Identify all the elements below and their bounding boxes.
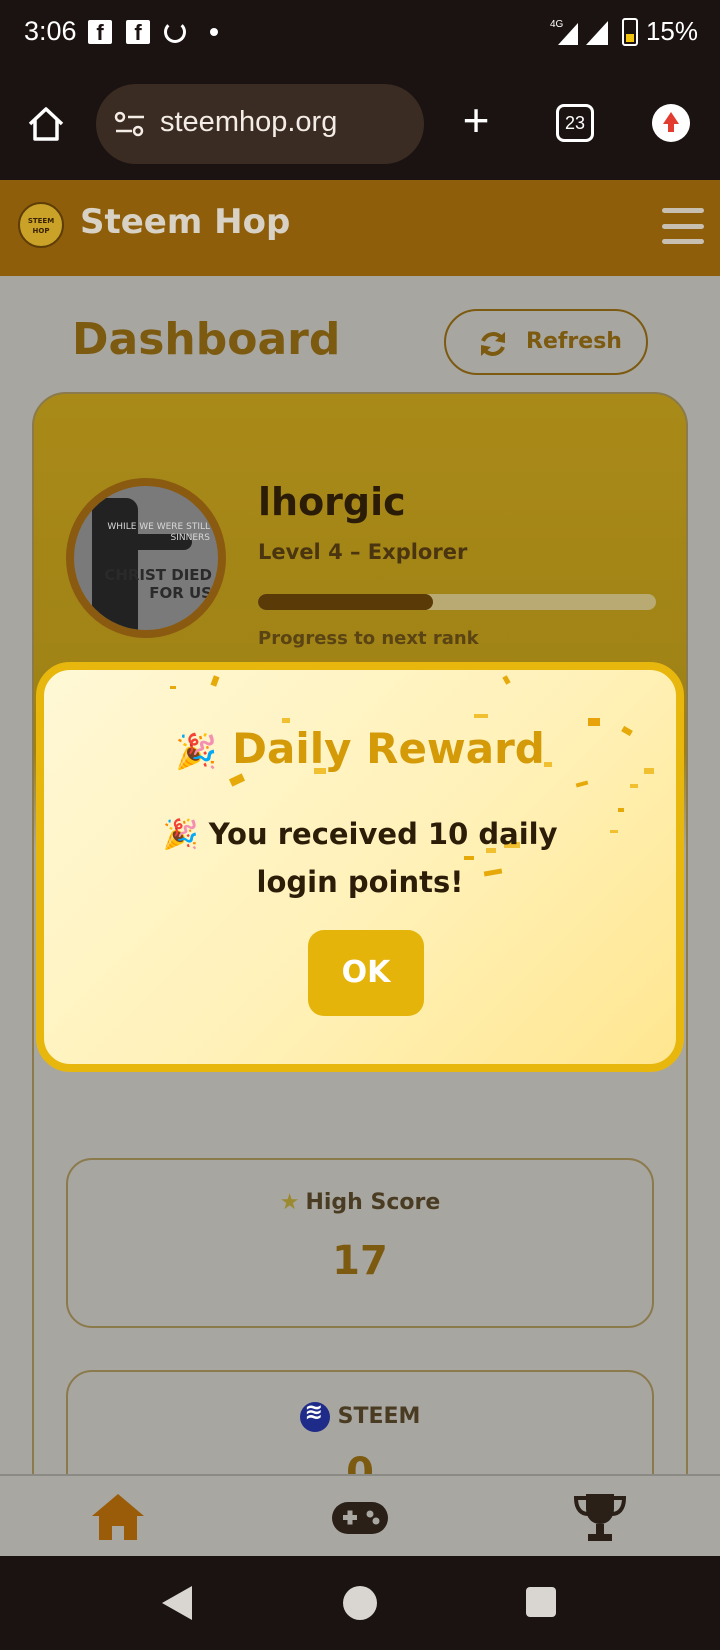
gamepad-icon[interactable] [330, 1490, 390, 1544]
browser-home-icon[interactable] [26, 104, 66, 144]
system-indicators: 4G 15% [550, 16, 698, 47]
new-tab-button[interactable]: + [456, 97, 496, 143]
bottom-nav [0, 1474, 720, 1556]
browser-toolbar: steemhop.org + 23 [0, 72, 720, 180]
steem-icon [299, 1400, 330, 1432]
modal-title: 🎉 Daily Reward [44, 724, 676, 773]
daily-reward-modal: 🎉 Daily Reward 🎉 You received 10 daily l… [36, 662, 684, 1072]
tab-switcher-button[interactable]: 23 [556, 104, 594, 142]
site-title[interactable]: Steem Hop [80, 202, 290, 242]
more-notifications-icon [210, 28, 218, 36]
refresh-label: Refresh [526, 329, 622, 354]
progress-label: Progress to next rank [258, 628, 479, 649]
rank-progress-fill [258, 594, 434, 610]
site-header: STEEM HOP Steem Hop [0, 180, 720, 276]
menu-icon[interactable] [662, 208, 704, 244]
page-title: Dashboard [72, 314, 341, 365]
status-bar: 3:06 f f 4G 15% [0, 0, 720, 72]
system-home-icon[interactable] [343, 1586, 377, 1620]
ok-button[interactable]: OK [308, 930, 424, 1016]
signal-icon: 4G [550, 19, 608, 45]
party-icon: 🎉 [162, 817, 199, 851]
battery-percent: 15% [645, 16, 698, 46]
trophy-icon[interactable] [570, 1490, 630, 1544]
modal-message-text: You received 10 daily login points! [208, 817, 558, 899]
steem-label-text: STEEM [337, 1404, 421, 1429]
star-icon: ★ [279, 1190, 300, 1215]
system-nav-bar [0, 1556, 720, 1650]
battery-icon [621, 17, 638, 46]
address-bar[interactable]: steemhop.org [96, 84, 424, 164]
avatar-headline: CHRIST DIED FOR US [104, 566, 212, 602]
avatar: WHILE WE WERE STILL SINNERS CHRIST DIED … [66, 478, 226, 638]
home-icon[interactable] [88, 1490, 148, 1544]
refresh-button[interactable]: Refresh [444, 309, 648, 375]
steem-value: 0 [346, 1450, 374, 1474]
steem-label: STEEM [68, 1400, 652, 1432]
update-icon[interactable] [652, 104, 690, 142]
network-type: 4G [550, 19, 564, 30]
username: lhorgic [258, 480, 406, 524]
status-time: 3:06 [24, 16, 77, 46]
refresh-icon [481, 332, 505, 356]
high-score-card: ★ High Score 17 [66, 1158, 654, 1328]
user-level: Level 4 – Explorer [258, 540, 468, 564]
avatar-caption: WHILE WE WERE STILL SINNERS [107, 522, 210, 543]
logo-text: STEEM HOP [27, 217, 55, 235]
back-icon[interactable] [162, 1586, 192, 1620]
url-text: steemhop.org [160, 106, 338, 138]
notification-icons: f f [88, 20, 218, 45]
steem-balance-card: STEEM 0 [66, 1370, 654, 1474]
high-score-value: 17 [332, 1238, 388, 1284]
facebook-icon: f [88, 20, 112, 45]
high-score-label-text: High Score [305, 1190, 441, 1215]
high-score-label: ★ High Score [68, 1190, 652, 1215]
rank-progress-bar [258, 594, 656, 610]
recent-apps-icon[interactable] [526, 1587, 556, 1617]
party-icon: 🎉 [175, 732, 218, 772]
site-logo[interactable]: STEEM HOP [18, 202, 64, 248]
modal-title-text: Daily Reward [232, 724, 545, 773]
sync-icon [164, 21, 186, 43]
site-settings-icon[interactable] [114, 110, 146, 138]
modal-message: 🎉 You received 10 daily login points! [124, 810, 596, 906]
facebook-icon: f [126, 20, 150, 45]
